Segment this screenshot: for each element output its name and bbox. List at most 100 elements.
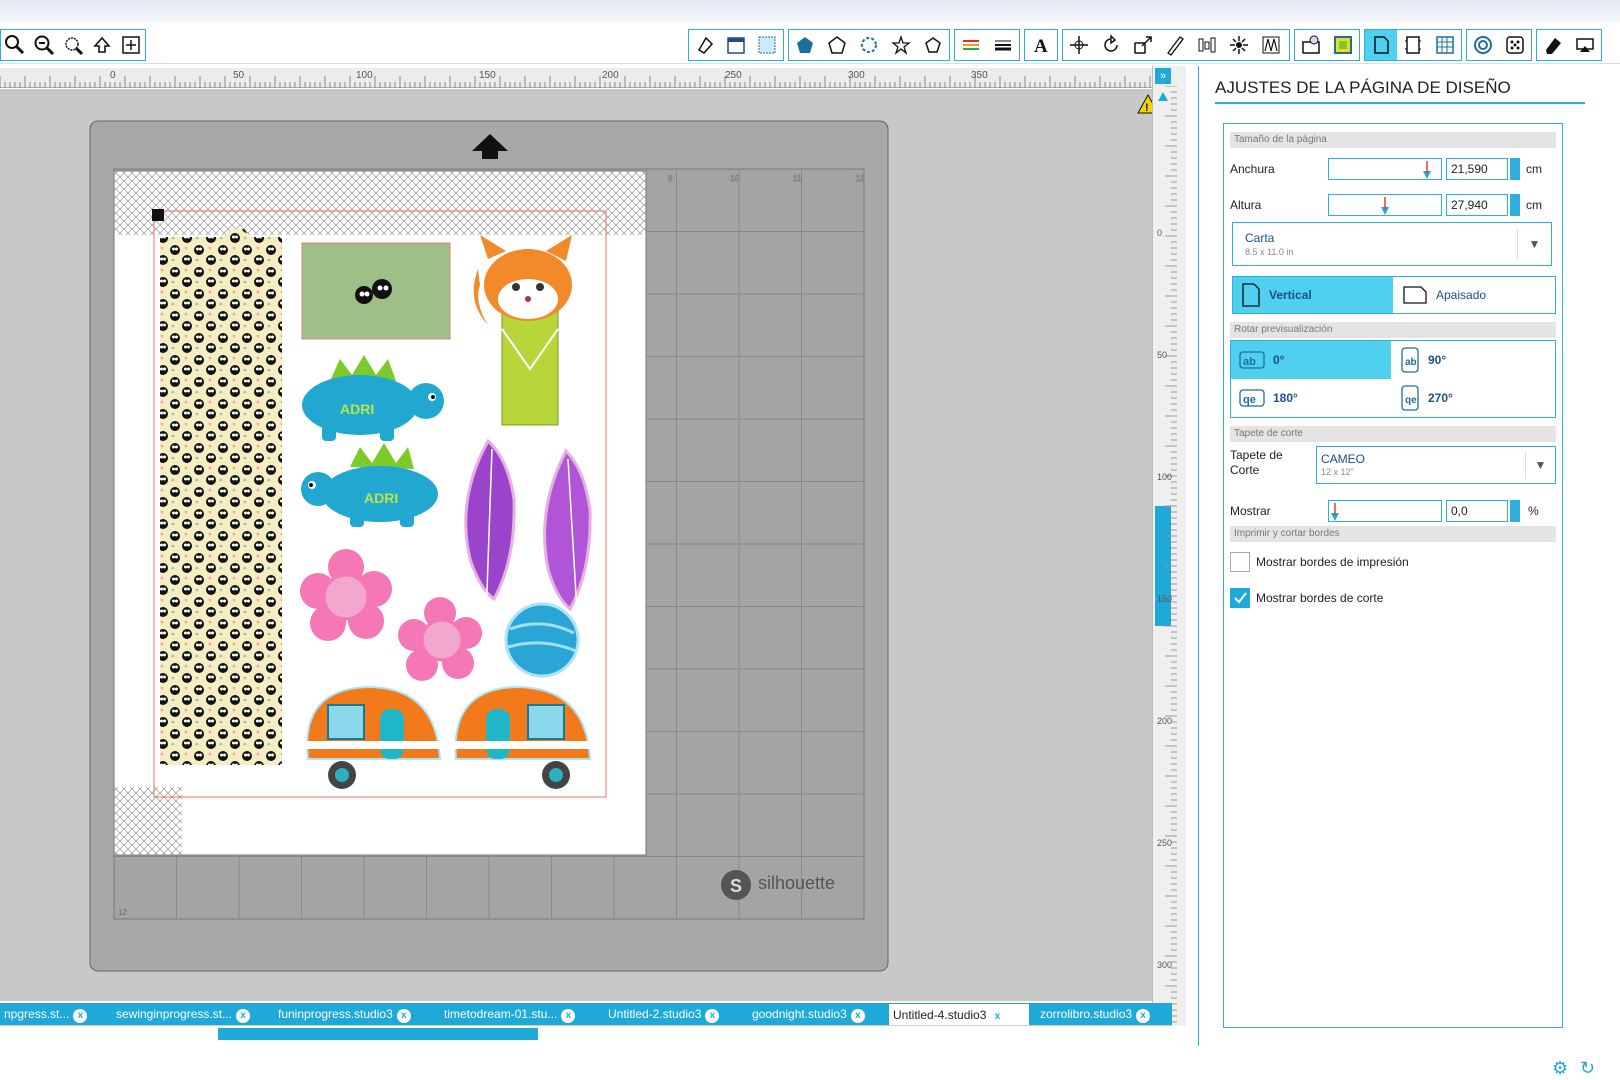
text-icon[interactable]: A <box>1025 30 1057 60</box>
orientation-landscape-button[interactable]: Apaisado <box>1394 277 1554 313</box>
rotate-0-icon: ab <box>1239 351 1265 369</box>
close-icon[interactable]: x <box>850 1009 865 1023</box>
paper-size: 8.5 x 11.0 in <box>1245 247 1294 257</box>
rotate-0-button[interactable]: ab 0° <box>1231 341 1391 379</box>
blue-planet-sticker[interactable] <box>504 602 580 678</box>
settings-gear-icon[interactable]: ⚙ <box>1552 1058 1568 1079</box>
align-icon[interactable] <box>1191 30 1223 60</box>
vruler-ticks: 0 50 100 150 200 250 300 <box>1157 86 1177 1023</box>
fill-icon[interactable] <box>689 30 720 60</box>
paper-size-select[interactable]: Carta 8.5 x 11.0 in ▼ <box>1232 222 1552 266</box>
ruler-label: 0 <box>110 70 116 81</box>
shear-icon[interactable] <box>1159 30 1191 60</box>
svg-text:ab: ab <box>1243 356 1256 368</box>
horizontal-scrollbar[interactable] <box>0 1025 1172 1047</box>
document-tab[interactable]: sewinginprogress.st... x <box>112 1003 264 1025</box>
polygon-fill-icon[interactable] <box>789 30 821 60</box>
send-icon[interactable] <box>1569 30 1601 60</box>
horizontal-ruler: 0 50 100 150 200 250 300 350 <box>0 68 1160 88</box>
image-icon[interactable] <box>1327 30 1359 60</box>
width-slider[interactable] <box>1328 158 1442 180</box>
zoom-select-icon[interactable] <box>59 30 88 60</box>
document-tab[interactable]: Untitled-2.studio3 x <box>604 1003 742 1025</box>
shape-tool-group <box>788 29 950 61</box>
rotate-180-button[interactable]: qe 180° <box>1231 380 1391 416</box>
page-setup-icon[interactable] <box>1365 30 1397 60</box>
line-style-icon[interactable] <box>987 30 1019 60</box>
svg-text:ab: ab <box>1405 357 1417 368</box>
rotate-icon[interactable] <box>1095 30 1127 60</box>
close-icon[interactable]: x <box>990 1010 1005 1024</box>
orientation-vertical-button[interactable]: Vertical <box>1233 277 1393 313</box>
zoom-in-icon[interactable] <box>30 30 59 60</box>
close-icon[interactable]: x <box>236 1009 251 1023</box>
checkmark-icon <box>1234 592 1247 604</box>
rotate-90-button[interactable]: ab 90° <box>1392 341 1552 379</box>
collapse-panel-icon[interactable]: » <box>1155 68 1171 84</box>
width-input[interactable]: 21,590 <box>1446 158 1508 180</box>
grid-icon[interactable] <box>752 30 783 60</box>
library-icon[interactable] <box>1295 30 1327 60</box>
ruler-ticks: 0 50 100 150 200 250 300 350 <box>0 70 1156 88</box>
close-icon[interactable]: x <box>1136 1009 1151 1023</box>
cut-border-icon[interactable] <box>1397 30 1429 60</box>
document-tab-active[interactable]: Untitled-4.studio3 x <box>888 1003 1030 1025</box>
design-canvas[interactable]: 9 10 11 12 ADRI ADRI S silhouette 12 ! <box>0 89 1160 1001</box>
close-icon[interactable]: x <box>396 1009 411 1023</box>
pentagon-icon[interactable] <box>821 30 853 60</box>
replicate-icon[interactable] <box>1223 30 1255 60</box>
rotate-90-label: 90° <box>1428 353 1447 367</box>
page-icon[interactable] <box>720 30 751 60</box>
grid-setup-icon[interactable] <box>1429 30 1461 60</box>
eraser-icon[interactable] <box>1537 30 1569 60</box>
pan-icon[interactable] <box>87 30 116 60</box>
close-icon[interactable]: x <box>561 1009 576 1023</box>
width-spinner[interactable] <box>1510 158 1520 180</box>
dots-icon[interactable] <box>1499 30 1531 60</box>
pentagon-outline-icon[interactable] <box>917 30 949 60</box>
document-tab[interactable]: timetodream-01.stu... x <box>440 1003 596 1025</box>
star-icon[interactable] <box>885 30 917 60</box>
svg-text:!: ! <box>1145 102 1149 114</box>
rotate-90-icon: ab <box>1401 347 1419 373</box>
zoom-tool-group <box>0 29 146 61</box>
rosette-icon[interactable] <box>853 30 885 60</box>
landscape-page-icon <box>1403 286 1427 304</box>
cut-borders-checkbox[interactable] <box>1230 588 1250 608</box>
show-input[interactable]: 0,0 <box>1446 500 1508 522</box>
document-tab[interactable]: funinprogress.studio3 x <box>274 1003 432 1025</box>
show-spinner[interactable] <box>1510 500 1520 522</box>
spiral-icon[interactable] <box>1467 30 1499 60</box>
rotate-270-icon: qe <box>1401 385 1419 411</box>
transform-icon[interactable] <box>1063 30 1095 60</box>
orientation-landscape-label: Apaisado <box>1436 288 1487 302</box>
horizontal-scrollbar-thumb[interactable] <box>218 1028 538 1040</box>
library-tool-group <box>1294 29 1360 61</box>
document-tab[interactable]: goodnight.studio3 x <box>748 1003 884 1025</box>
fit-page-icon[interactable] <box>116 30 145 60</box>
mat-grid-label: 12 <box>118 908 127 917</box>
rotate-270-button[interactable]: qe 270° <box>1392 380 1552 416</box>
design-page-settings-panel: AJUSTES DE LA PÁGINA DE DISEÑO Tamaño de… <box>1198 66 1620 1046</box>
refresh-icon[interactable]: ↻ <box>1580 1058 1595 1079</box>
line-color-icon[interactable] <box>955 30 987 60</box>
document-tab[interactable]: npgress.st... x <box>0 1003 104 1025</box>
close-icon[interactable]: x <box>73 1009 88 1023</box>
window-title-strip <box>0 0 1620 22</box>
height-slider[interactable] <box>1328 194 1442 216</box>
document-tab[interactable]: zorrolibro.studio3 x <box>1036 1003 1168 1025</box>
mat-select[interactable]: CAMEO 12 x 12" ▼ <box>1316 446 1556 484</box>
zoom-out-icon[interactable] <box>1 30 30 60</box>
chevron-down-icon: ▼ <box>1517 229 1551 259</box>
soot-sprite-bookmark[interactable] <box>160 229 282 765</box>
print-borders-checkbox[interactable] <box>1230 552 1250 572</box>
height-spinner[interactable] <box>1510 194 1520 216</box>
close-icon[interactable]: x <box>705 1009 720 1023</box>
show-slider[interactable] <box>1328 500 1442 522</box>
height-input[interactable]: 27,940 <box>1446 194 1508 216</box>
height-unit: cm <box>1526 198 1542 212</box>
nest-icon[interactable] <box>1255 30 1287 60</box>
toolbar: A <box>0 26 1620 64</box>
scale-icon[interactable] <box>1127 30 1159 60</box>
rotate-180-icon: qe <box>1239 389 1265 407</box>
